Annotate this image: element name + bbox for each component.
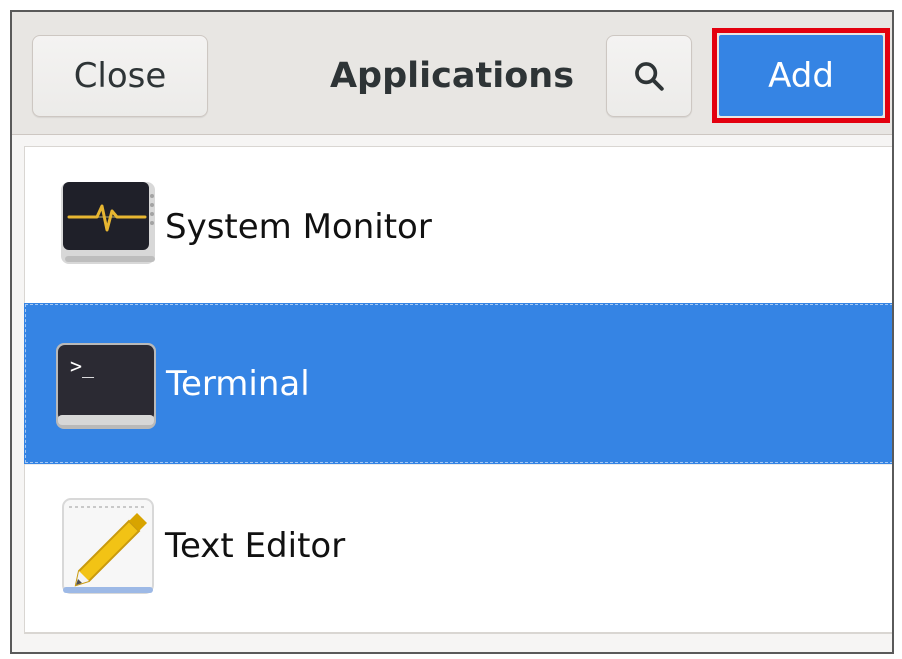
applications-list: System Monitor >_ Terminal Text Editor bbox=[24, 146, 892, 634]
add-button[interactable]: Add bbox=[719, 35, 883, 116]
text-editor-icon bbox=[62, 497, 154, 594]
search-button[interactable] bbox=[606, 35, 692, 117]
svg-text:>_: >_ bbox=[70, 354, 95, 378]
bottom-divider bbox=[24, 632, 892, 633]
search-icon bbox=[635, 62, 664, 91]
close-button[interactable]: Close bbox=[32, 35, 208, 117]
close-button-label: Close bbox=[73, 56, 167, 96]
header-bar: Close Applications Add bbox=[12, 12, 892, 135]
system-monitor-icon bbox=[61, 181, 155, 264]
application-chooser-dialog: Close Applications Add System Monitor >_… bbox=[10, 10, 894, 654]
add-button-label: Add bbox=[768, 55, 834, 96]
terminal-label: Terminal bbox=[166, 363, 310, 404]
list-item-terminal[interactable]: >_ Terminal bbox=[24, 303, 892, 464]
text-editor-label: Text Editor bbox=[165, 525, 346, 566]
list-item-text-editor[interactable]: Text Editor bbox=[25, 466, 892, 625]
terminal-icon: >_ bbox=[56, 342, 156, 429]
system-monitor-label: System Monitor bbox=[165, 206, 432, 247]
list-item-system-monitor[interactable]: System Monitor bbox=[25, 147, 892, 306]
dialog-title: Applications bbox=[329, 56, 575, 96]
list-divider bbox=[25, 464, 892, 465]
